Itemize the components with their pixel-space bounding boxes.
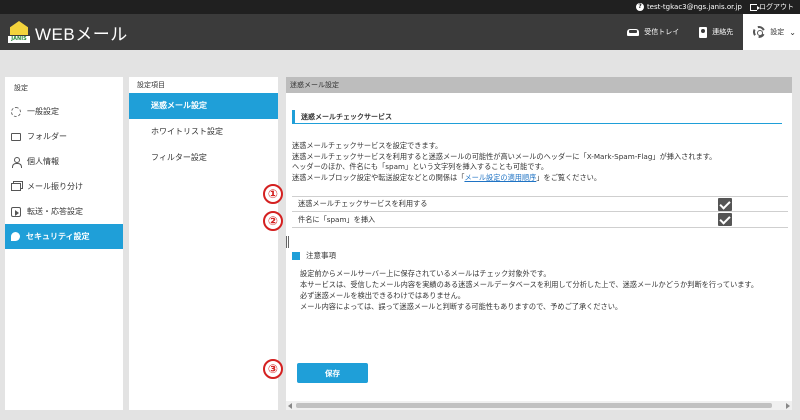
contacts-icon [699, 26, 708, 38]
note-item: 本サービスは、受信したメール内容を実績のある迷惑メールデータベースを利用して分析… [300, 280, 759, 289]
sidebar-item-label: 個人情報 [27, 157, 59, 166]
sidebar-item-forwarding[interactable]: 転送・応答設定 [5, 199, 123, 224]
account-email-text: test-tgkac3@ngs.janis.or.jp [646, 3, 742, 11]
section-title: 迷惑メールチェックサービス [292, 110, 782, 124]
note-item: 設定前からメールサーバー上に保存されているメールはチェック対象外です。 [300, 269, 551, 278]
service-description: 迷惑メールチェックサービスを設定できます。 迷惑メールチェックサービスを利用する… [292, 141, 784, 183]
submenu-item-spam[interactable]: 迷惑メール設定 [129, 93, 278, 119]
note-item: メール内容によっては、誤って迷惑メールと判断する可能性もありますので、予めご了承… [300, 302, 623, 311]
horizontal-scrollbar[interactable] [286, 401, 792, 410]
settings-submenu: 設定項目 迷惑メール設定 ホワイトリスト設定 フィルター設定 [129, 77, 278, 410]
sidebar-item-label: 一般設定 [27, 107, 59, 116]
breadcrumb: 迷惑メール設定 [286, 77, 792, 93]
use-spam-check-checkbox[interactable] [718, 197, 732, 211]
account-bar: ? test-tgkac3@ngs.janis.or.jp ログアウト [0, 0, 800, 14]
notes-list: 設定前からメールサーバー上に保存されているメールはチェック対象外です。 本サービ… [292, 268, 782, 312]
step-marker-1: ① [263, 184, 283, 204]
folders-icon [11, 182, 21, 191]
save-button[interactable]: 保存 [297, 363, 368, 383]
scroll-left-icon[interactable] [288, 403, 292, 409]
shield-icon [11, 232, 20, 241]
sidebar-item-personal-info[interactable]: 個人情報 [5, 149, 123, 174]
nav-settings[interactable]: 設定 ⌄ [743, 14, 800, 50]
app-title: WEBメール [35, 24, 128, 44]
settings-sidebar: 設定 一般設定 フォルダー 個人情報 メール振り分け 転送・応答設定 セキュリテ… [5, 77, 123, 410]
nav-settings-label: 設定 [770, 28, 785, 36]
sidebar-item-general[interactable]: 一般設定 [5, 99, 123, 124]
apply-order-link[interactable]: メール設定の適用順序 [464, 173, 536, 182]
notes-heading-label: 注意事項 [306, 251, 336, 260]
sidebar-heading: 設定 [14, 84, 28, 92]
step-marker-3: ③ [263, 359, 283, 379]
submenu-heading: 設定項目 [137, 81, 165, 89]
main-panel: 迷惑メール設定 迷惑メールチェックサービス 迷惑メールチェックサービスを設定でき… [286, 77, 792, 410]
submenu-item-filter[interactable]: フィルター設定 [129, 145, 278, 171]
forward-icon [11, 206, 21, 217]
submenu-item-whitelist[interactable]: ホワイトリスト設定 [129, 119, 278, 145]
desc-line: 迷惑メールブロック設定や転送設定などとの関係は「メール設定の適用順序」をご覧くだ… [292, 172, 602, 182]
step-marker-2: ② [263, 211, 283, 231]
gear-icon [11, 106, 21, 117]
sidebar-item-folders[interactable]: フォルダー [5, 124, 123, 149]
logout-icon [750, 3, 760, 11]
option-label: 迷惑メールチェックサービスを利用する [298, 199, 428, 208]
scroll-right-icon[interactable] [786, 403, 790, 409]
logout-label: ログアウト [759, 3, 794, 11]
account-email: ? test-tgkac3@ngs.janis.or.jp [635, 3, 742, 11]
logout-link[interactable]: ログアウト [750, 2, 794, 12]
scrollbar-thumb[interactable] [296, 403, 772, 408]
help-icon[interactable]: ? [635, 3, 644, 11]
option-insert-spam-subject: 件名に「spam」を挿入 [292, 212, 788, 228]
logo[interactable]: JANIS WEBメール [8, 19, 128, 45]
option-label: 件名に「spam」を挿入 [298, 214, 376, 224]
nav-inbox[interactable]: 受信トレイ [617, 14, 689, 50]
nav-contacts-label: 連絡先 [712, 28, 734, 36]
person-icon [11, 156, 22, 168]
square-icon [292, 251, 300, 260]
option-use-spam-check: 迷惑メールチェックサービスを利用する [292, 196, 788, 212]
janis-logo-icon: JANIS [8, 19, 30, 45]
sidebar-item-mail-filter[interactable]: メール振り分け [5, 174, 123, 199]
sidebar-item-label: セキュリティ設定 [26, 232, 90, 241]
desc-line: ヘッダーのほか、件名にも「spam」という文字列を挿入することも可能です。 [292, 162, 549, 172]
resize-handle[interactable] [286, 236, 289, 248]
header-nav: 受信トレイ 連絡先 設定 ⌄ [617, 14, 800, 50]
inbox-icon [627, 28, 640, 36]
note-item: 必ず迷惑メールを検出できるわけではありません。 [300, 291, 465, 300]
sidebar-item-label: メール振り分け [27, 182, 83, 191]
chevron-down-icon[interactable]: ⌄ [789, 28, 796, 37]
sidebar-item-label: フォルダー [27, 132, 67, 141]
nav-contacts[interactable]: 連絡先 [689, 14, 743, 50]
sidebar-item-security[interactable]: セキュリティ設定 [5, 224, 123, 249]
sidebar-item-label: 転送・応答設定 [27, 207, 83, 216]
notes-heading: 注意事項 [292, 250, 336, 261]
insert-spam-subject-checkbox[interactable] [718, 213, 732, 226]
nav-inbox-label: 受信トレイ [644, 28, 680, 36]
desc-line: 迷惑メールチェックサービスを利用すると迷惑メールの可能性が高いメールのヘッダーに… [292, 151, 717, 161]
gear-icon [753, 26, 766, 38]
folder-icon [11, 132, 21, 141]
desc-line: 迷惑メールチェックサービスを設定できます。 [292, 141, 443, 150]
app-header: JANIS WEBメール 受信トレイ 連絡先 設定 ⌄ [0, 14, 800, 50]
